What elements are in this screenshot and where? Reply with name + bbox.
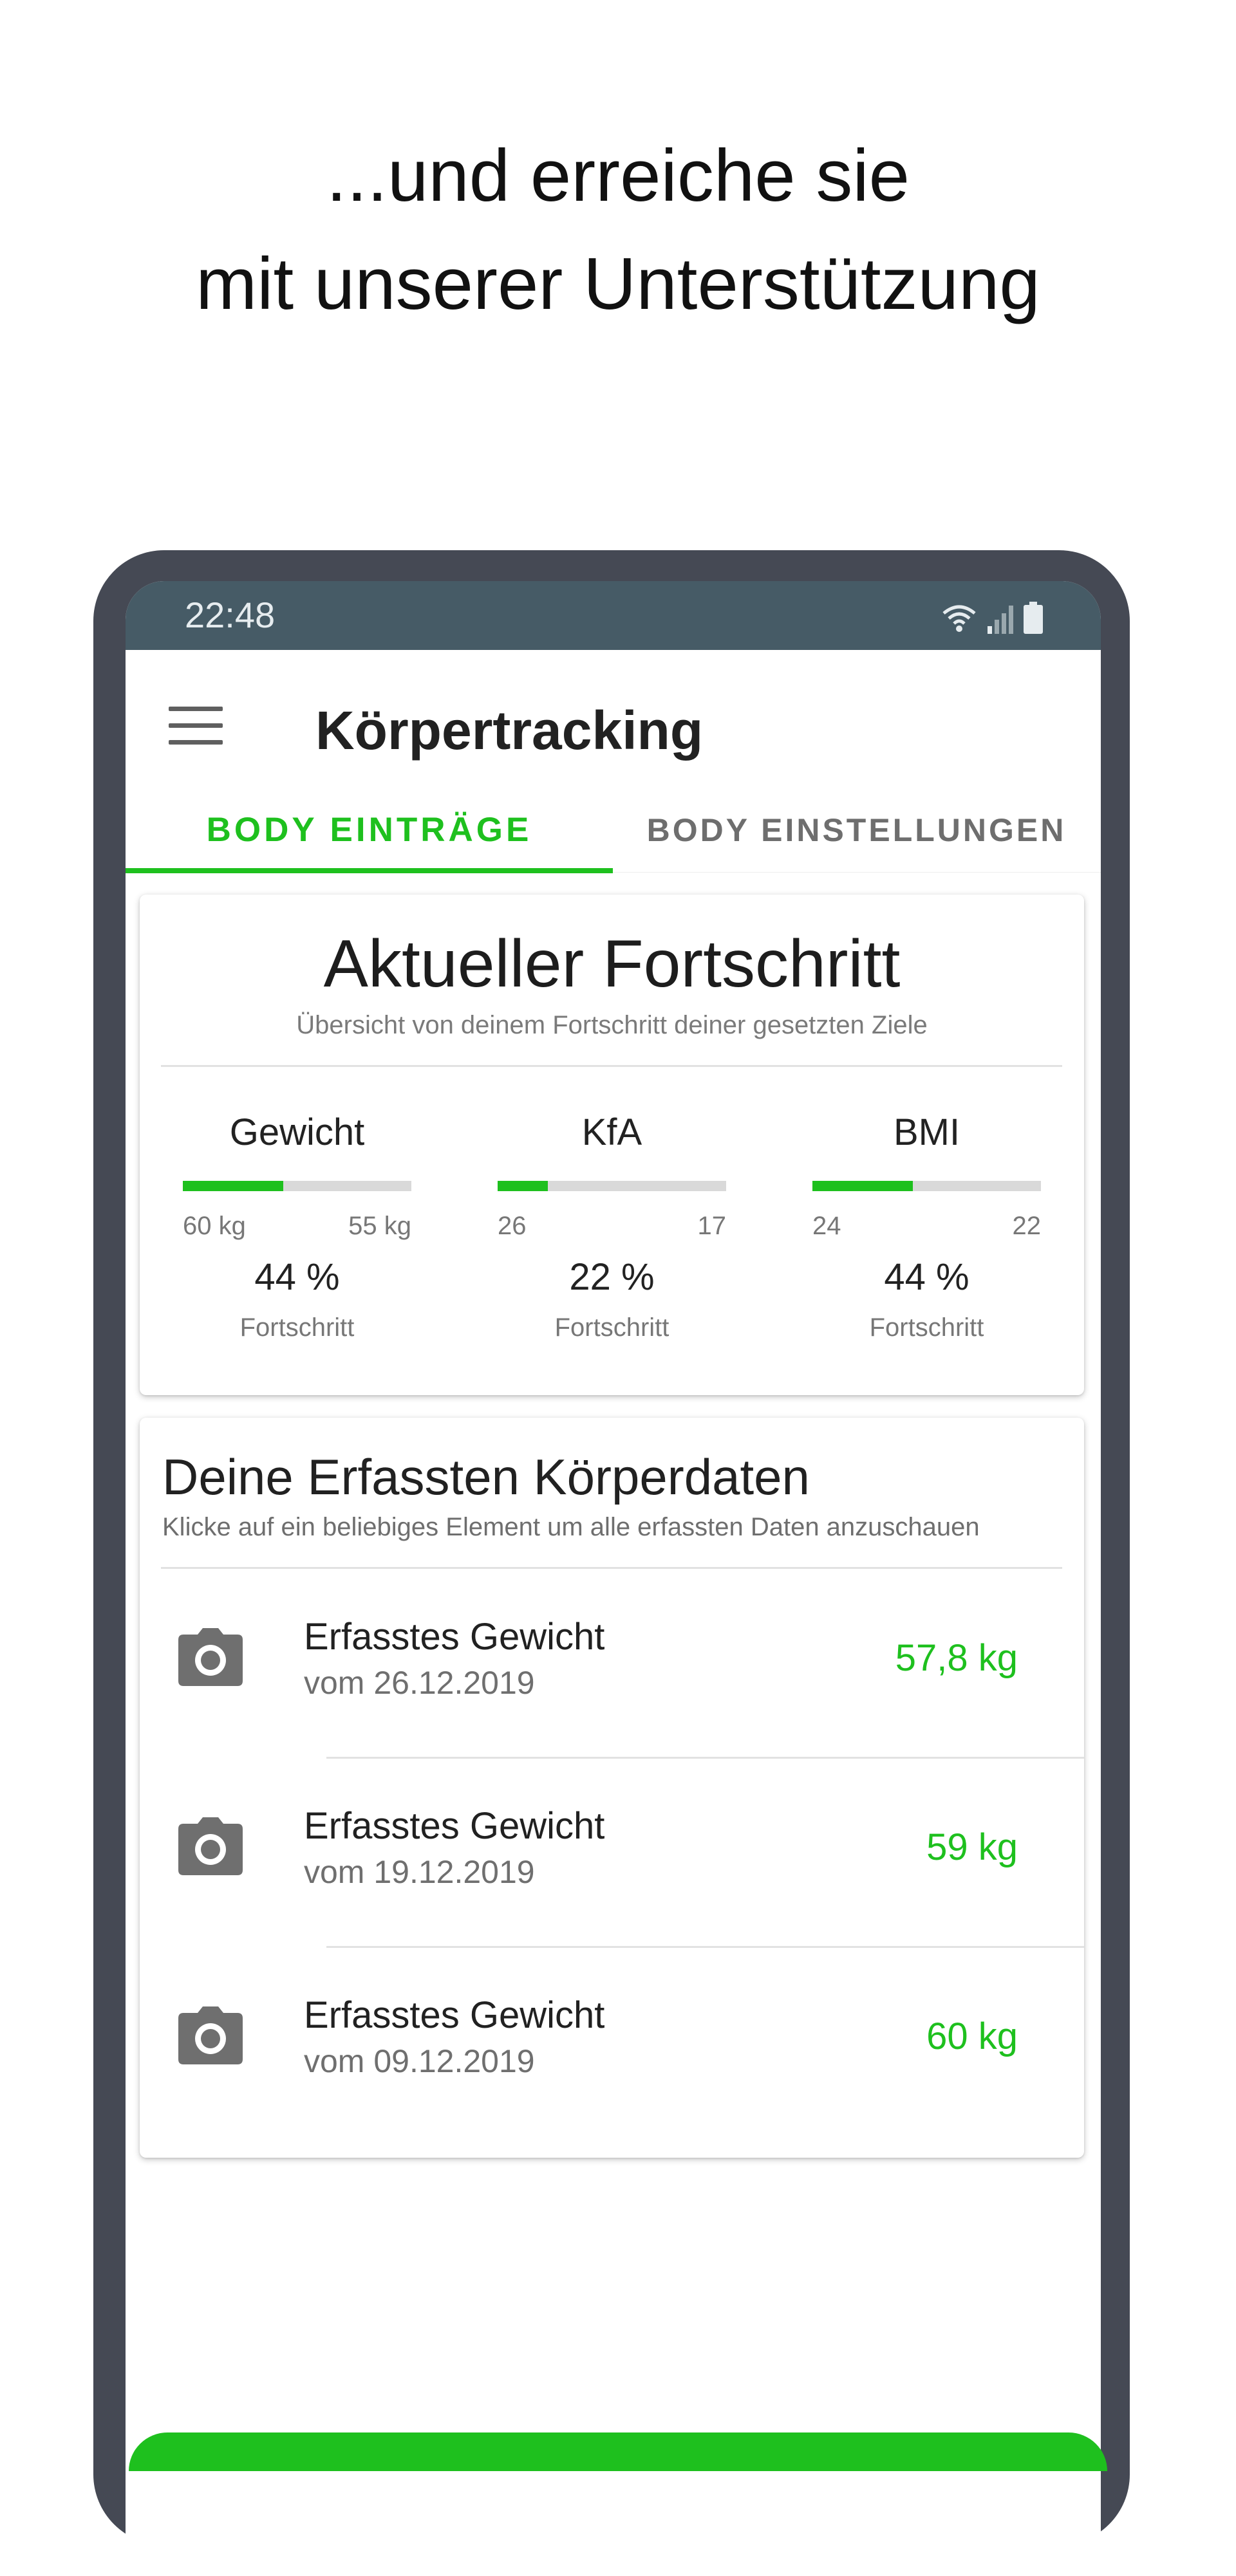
headline: ...und erreiche sie mit unserer Unterstü…: [0, 122, 1236, 338]
metric-goal-value: 22: [1012, 1212, 1042, 1240]
entry-value: 60 kg: [926, 2015, 1018, 2057]
progress-bar-fill: [812, 1181, 913, 1191]
entry-title: Erfasstes Gewicht: [304, 1994, 605, 2036]
metric-label: BMI: [893, 1111, 960, 1153]
data-card-title: Deine Erfassten Körperdaten: [162, 1449, 810, 1505]
entry-value: 59 kg: [926, 1826, 1018, 1868]
list-item[interactable]: Erfasstes Gewicht vom 09.12.2019 60 kg: [140, 1949, 1084, 2138]
metric-percent: 44 %: [884, 1256, 969, 1298]
progress-bar-fill: [498, 1181, 548, 1191]
menu-icon[interactable]: [169, 707, 223, 745]
progress-bar-fill: [183, 1181, 284, 1191]
phone-screen: 22:48 Körpertracking BODY EINTRÄGE BODY …: [126, 581, 1101, 2576]
entry-date: vom 19.12.2019: [304, 1854, 535, 1890]
camera-icon: [178, 1817, 243, 1875]
entry-date: vom 09.12.2019: [304, 2043, 535, 2079]
metric-label: KfA: [581, 1111, 642, 1153]
divider: [161, 1065, 1062, 1067]
metric-percent: 44 %: [254, 1256, 340, 1298]
app-bar: Körpertracking: [126, 650, 1101, 788]
metric-start-value: 60 kg: [183, 1212, 246, 1240]
data-card: Deine Erfassten Körperdaten Klicke auf e…: [140, 1418, 1084, 2158]
progress-bar-track: [183, 1181, 411, 1191]
metric-start-value: 26: [498, 1212, 527, 1240]
entry-title: Erfasstes Gewicht: [304, 1805, 605, 1847]
metric-goal-value: 17: [697, 1212, 727, 1240]
metric-goal-value: 55 kg: [348, 1212, 411, 1240]
tab-indicator: [126, 868, 613, 873]
entry-title: Erfasstes Gewicht: [304, 1616, 605, 1658]
divider: [161, 1567, 1062, 1569]
progress-subtitle: Übersicht von deinem Fortschritt deiner …: [296, 1011, 928, 1039]
list-divider: [326, 1946, 1084, 1948]
metric-gewicht: Gewicht 60 kg 55 kg 44 % Fortschritt: [183, 1110, 411, 1367]
app-title: Körpertracking: [315, 700, 704, 761]
list-item[interactable]: Erfasstes Gewicht vom 19.12.2019 59 kg: [140, 1759, 1084, 1949]
camera-icon: [178, 2006, 243, 2064]
metric-caption: Fortschritt: [554, 1313, 670, 1342]
battery-icon: [1024, 602, 1043, 634]
signal-icon: [988, 606, 1013, 634]
tab-bar: BODY EINTRÄGE BODY EINSTELLUNGEN: [126, 788, 1101, 873]
metric-bmi: BMI 24 22 44 % Fortschritt: [812, 1110, 1041, 1367]
progress-card: Aktueller Fortschritt Übersicht von dein…: [140, 894, 1084, 1395]
data-card-subtitle: Klicke auf ein beliebiges Element um all…: [162, 1513, 980, 1541]
list-item[interactable]: Erfasstes Gewicht vom 26.12.2019 57,8 kg: [140, 1570, 1084, 1759]
action-button[interactable]: [129, 2432, 1107, 2471]
headline-line-2: mit unserer Unterstützung: [196, 243, 1040, 325]
metric-caption: Fortschritt: [869, 1313, 984, 1342]
progress-bar-track: [498, 1181, 726, 1191]
entry-value: 57,8 kg: [895, 1637, 1018, 1679]
metric-start-value: 24: [812, 1212, 841, 1240]
wifi-icon: [942, 605, 976, 632]
status-time: 22:48: [185, 595, 276, 635]
list-divider: [326, 1757, 1084, 1759]
headline-line-1: ...und erreiche sie: [326, 135, 910, 217]
status-bar: 22:48: [126, 581, 1101, 650]
metric-label: Gewicht: [229, 1111, 365, 1153]
progress-title: Aktueller Fortschritt: [323, 927, 901, 1001]
progress-bar-track: [812, 1181, 1041, 1191]
camera-icon: [178, 1628, 243, 1686]
metric-percent: 22 %: [569, 1256, 655, 1298]
metric-caption: Fortschritt: [239, 1313, 355, 1342]
status-icons: [941, 595, 1043, 634]
tab-body-einstellungen[interactable]: BODY EINSTELLUNGEN: [613, 788, 1100, 872]
phone-frame: 22:48 Körpertracking BODY EINTRÄGE BODY …: [93, 550, 1130, 2576]
tab-body-eintraege[interactable]: BODY EINTRÄGE: [126, 788, 613, 872]
entry-date: vom 26.12.2019: [304, 1665, 535, 1701]
metric-kfa: KfA 26 17 22 % Fortschritt: [498, 1110, 726, 1367]
